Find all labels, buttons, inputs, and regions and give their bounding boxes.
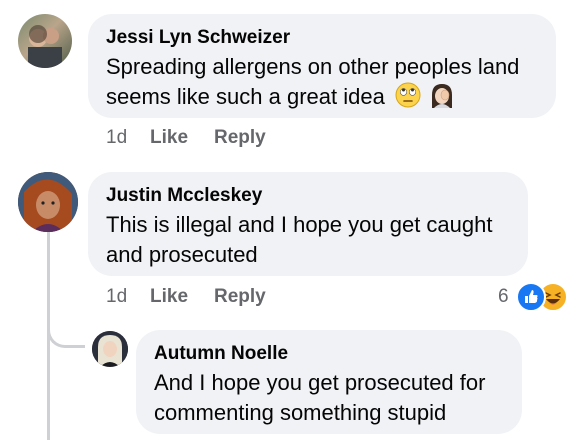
comment-text: This is illegal and I hope you get caugh… <box>106 210 526 270</box>
thumbs-up-icon <box>525 290 538 303</box>
avatar-photo <box>28 25 62 68</box>
like-button[interactable]: Like <box>150 127 188 149</box>
comment-author[interactable]: Justin Mccleskey <box>106 185 262 207</box>
reaction-count[interactable]: 6 <box>498 286 509 308</box>
comment-text-line: and prosecuted <box>106 242 258 267</box>
comment-text-line: commenting something stupid <box>154 400 447 425</box>
woman-facepalm-emoji-icon <box>432 84 453 108</box>
comment-author[interactable]: Autumn Noelle <box>154 343 288 365</box>
comment-text-line: And I hope you get prosecuted for <box>154 370 486 395</box>
comment-timestamp[interactable]: 1d <box>106 286 127 308</box>
comment-text-line-2: seems like such a great idea <box>106 82 552 112</box>
comment-text: Spreading allergens on other peoples lan… <box>106 52 552 112</box>
comment-text-line: Spreading allergens on other peoples lan… <box>106 54 520 79</box>
reply-button[interactable]: Reply <box>214 127 266 149</box>
avatar[interactable] <box>92 331 128 367</box>
thread-line-branch <box>47 310 85 348</box>
like-reaction-icon[interactable] <box>516 282 546 312</box>
comment-text-line: seems like such a great idea <box>106 84 385 109</box>
like-button[interactable]: Like <box>150 286 188 308</box>
comment-text-line: This is illegal and I hope you get caugh… <box>106 212 493 237</box>
reply-button[interactable]: Reply <box>214 286 266 308</box>
avatar-photo <box>92 331 128 367</box>
comment-author[interactable]: Jessi Lyn Schweizer <box>106 27 290 49</box>
avatar-photo <box>18 172 78 232</box>
avatar[interactable] <box>18 172 78 232</box>
comment-text: And I hope you get prosecuted for commen… <box>154 368 516 428</box>
eye-roll-emoji-icon <box>395 82 421 108</box>
avatar[interactable] <box>18 14 72 68</box>
comment-timestamp[interactable]: 1d <box>106 127 127 149</box>
